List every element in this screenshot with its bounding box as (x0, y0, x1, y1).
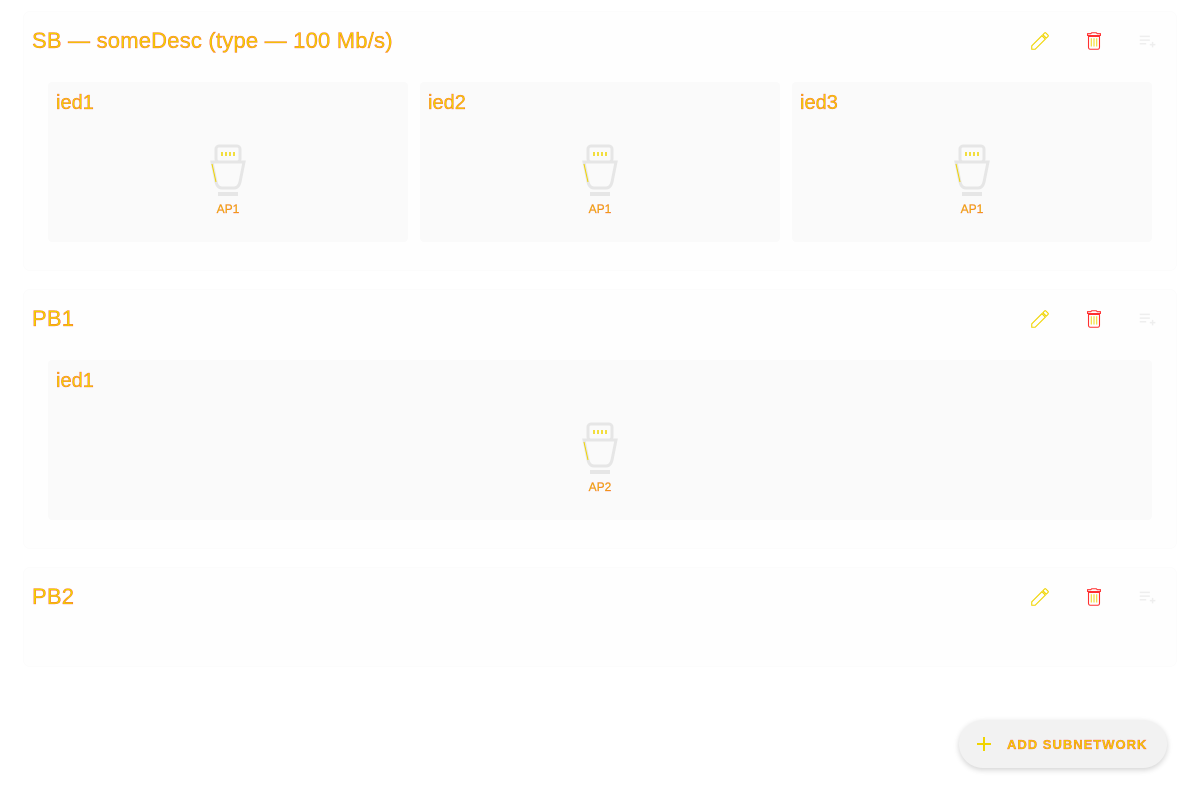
ied-card: ied1 AP1 (48, 82, 408, 242)
ethernet-port-icon (954, 144, 990, 196)
edit-icon[interactable] (1028, 585, 1052, 609)
playlist-add-icon[interactable] (1136, 585, 1160, 609)
subnetwork-list: SB — someDesc (type — 100 Mb/s) ied1 AP1… (24, 12, 1176, 686)
ied-row: ied1 AP1 ied2 AP1 ied3 AP1 (24, 70, 1176, 270)
add-subnetwork-button[interactable]: ADD SUBNETWORK (959, 720, 1167, 768)
ied-name: ied3 (800, 92, 838, 114)
ied-card: ied2 AP1 (420, 82, 780, 242)
ied-card: ied1 AP2 (48, 360, 1152, 520)
subnetwork-actions (1028, 29, 1168, 53)
delete-icon[interactable] (1082, 307, 1106, 331)
delete-icon[interactable] (1082, 29, 1106, 53)
ied-card: ied3 AP1 (792, 82, 1152, 242)
subnetwork-actions (1028, 585, 1168, 609)
ethernet-port-icon (210, 144, 246, 196)
edit-icon[interactable] (1028, 29, 1052, 53)
ied-name: ied1 (56, 370, 94, 392)
ied-row: ied1 AP2 (24, 348, 1176, 548)
delete-icon[interactable] (1082, 585, 1106, 609)
ethernet-port-icon (582, 144, 618, 196)
playlist-add-icon[interactable] (1136, 29, 1160, 53)
add-subnetwork-label: ADD SUBNETWORK (1007, 736, 1148, 752)
page: SB — someDesc (type — 100 Mb/s) ied1 AP1… (0, 0, 1200, 800)
access-point-label: AP2 (588, 480, 612, 494)
ied-name: ied2 (428, 92, 466, 114)
subnetwork-title: PB2 (32, 584, 75, 609)
subnetwork-title: SB — someDesc (type — 100 Mb/s) (32, 28, 393, 53)
plus-icon (975, 735, 993, 753)
subnetwork-card: PB2 (24, 568, 1176, 666)
subnetwork-actions (1028, 307, 1168, 331)
subnetwork-header: PB1 (24, 290, 1176, 348)
ethernet-port-icon (582, 422, 618, 474)
edit-icon[interactable] (1028, 307, 1052, 331)
access-point-label: AP1 (960, 202, 984, 216)
access-point[interactable]: AP1 (580, 144, 620, 216)
subnetwork-header: PB2 (24, 568, 1176, 626)
access-point-label: AP1 (216, 202, 240, 216)
playlist-add-icon[interactable] (1136, 307, 1160, 331)
access-point[interactable]: AP2 (580, 422, 620, 494)
access-point[interactable]: AP1 (952, 144, 992, 216)
ied-name: ied1 (56, 92, 94, 114)
subnetwork-card: SB — someDesc (type — 100 Mb/s) ied1 AP1… (24, 12, 1176, 270)
subnetwork-card: PB1 ied1 AP2 (24, 290, 1176, 548)
subnetwork-title: PB1 (32, 306, 75, 331)
access-point[interactable]: AP1 (208, 144, 248, 216)
access-point-label: AP1 (588, 202, 612, 216)
subnetwork-header: SB — someDesc (type — 100 Mb/s) (24, 12, 1176, 70)
